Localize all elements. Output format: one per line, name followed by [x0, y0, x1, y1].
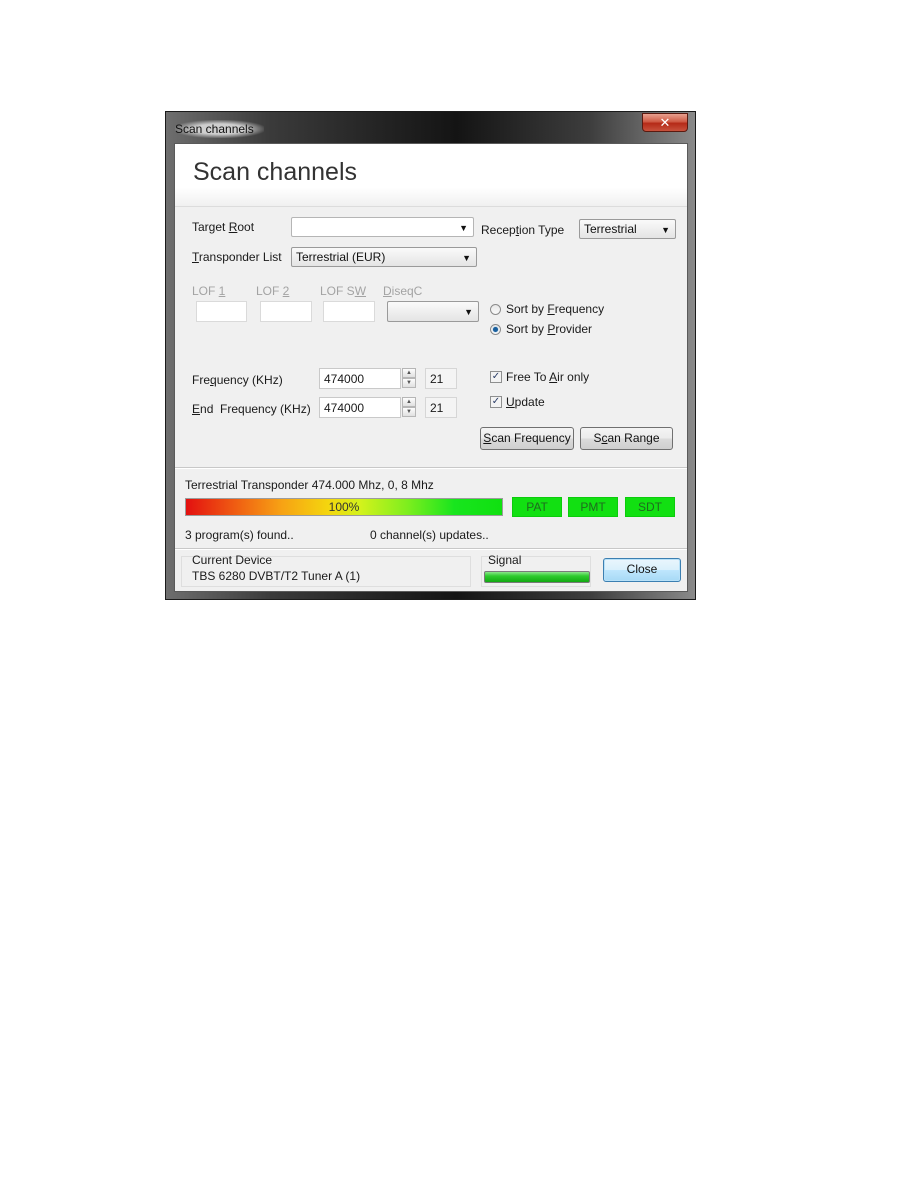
separator	[175, 467, 687, 469]
sort-by-frequency-label[interactable]: Sort by Frequency	[506, 302, 604, 316]
transponder-list-dropdown[interactable]: Terrestrial (EUR) ▼	[291, 247, 477, 267]
chevron-down-icon: ▼	[464, 307, 473, 317]
header-band: Scan channels	[175, 144, 687, 207]
frequency-channel: 21	[425, 368, 457, 389]
scan-progress-bar: 100%	[185, 498, 503, 516]
transponder-status-text: Terrestrial Transponder 474.000 Mhz, 0, …	[185, 478, 434, 492]
progress-label: 100%	[328, 500, 360, 514]
reception-type-dropdown[interactable]: Terrestrial ▼	[579, 219, 676, 239]
separator	[175, 548, 687, 550]
lof2-label: LOF 2	[256, 284, 290, 298]
free-to-air-label[interactable]: Free To Air only	[506, 370, 589, 384]
free-to-air-checkbox[interactable]: ✓	[490, 371, 502, 383]
pmt-indicator: PMT	[568, 497, 618, 517]
frequency-spinner[interactable]: ▲ ▼	[402, 368, 416, 389]
reception-type-value: Terrestrial	[584, 222, 637, 236]
lofsw-label: LOF SW	[320, 284, 367, 298]
signal-label: Signal	[488, 553, 522, 567]
page-title: Scan channels	[193, 158, 358, 186]
lofsw-input[interactable]	[323, 301, 375, 322]
target-root-dropdown[interactable]: ▼	[291, 217, 474, 237]
pat-indicator: PAT	[512, 497, 562, 517]
chevron-down-icon: ▼	[459, 223, 468, 233]
frequency-label: Frequency (KHz)	[192, 373, 283, 387]
update-checkbox[interactable]: ✓	[490, 396, 502, 408]
diseqc-label: DiseqC	[383, 284, 423, 298]
signal-strength-bar	[484, 571, 590, 583]
sort-by-frequency-radio[interactable]	[490, 304, 501, 315]
end-frequency-input[interactable]: 474000	[319, 397, 401, 418]
programs-found-text: 3 program(s) found..	[185, 528, 294, 542]
frequency-input[interactable]: 474000	[319, 368, 401, 389]
channel-updates-text: 0 channel(s) updates..	[370, 528, 489, 542]
close-icon: ✕	[659, 115, 671, 130]
window-close-button[interactable]: ✕	[642, 113, 688, 132]
spin-up-icon[interactable]: ▲	[402, 397, 416, 407]
end-frequency-label: End Frequency (KHz)	[192, 402, 311, 416]
scan-range-button[interactable]: Scan Range	[580, 427, 673, 450]
close-button[interactable]: Close	[603, 558, 681, 582]
sort-by-provider-label[interactable]: Sort by Provider	[506, 322, 592, 336]
update-label[interactable]: Update	[506, 395, 545, 409]
transponder-list-label: Transponder List	[192, 250, 282, 264]
chevron-down-icon: ▼	[462, 253, 471, 263]
reception-type-label: Reception Type	[481, 223, 565, 237]
lof1-label: LOF 1	[192, 284, 226, 298]
current-device-name: TBS 6280 DVBT/T2 Tuner A (1)	[192, 569, 361, 583]
end-frequency-spinner[interactable]: ▲ ▼	[402, 397, 416, 418]
dialog-client-area: Scan channels Target Root ▼ Reception Ty…	[174, 143, 688, 592]
transponder-list-value: Terrestrial (EUR)	[296, 250, 386, 264]
spin-up-icon[interactable]: ▲	[402, 368, 416, 378]
target-root-label: Target Root	[192, 220, 255, 234]
scan-frequency-button[interactable]: Scan Frequency	[480, 427, 574, 450]
sort-by-provider-radio[interactable]	[490, 324, 501, 335]
lof1-input[interactable]	[196, 301, 247, 322]
spin-down-icon[interactable]: ▼	[402, 378, 416, 388]
sdt-indicator: SDT	[625, 497, 675, 517]
chevron-down-icon: ▼	[661, 225, 670, 235]
end-frequency-channel: 21	[425, 397, 457, 418]
lof2-input[interactable]	[260, 301, 312, 322]
spin-down-icon[interactable]: ▼	[402, 407, 416, 417]
scan-channels-window: Scan channels ✕ Scan channels Target Roo…	[165, 111, 696, 600]
diseqc-dropdown[interactable]: ▼	[387, 301, 479, 322]
current-device-label: Current Device	[192, 553, 273, 567]
window-title: Scan channels	[175, 120, 264, 138]
